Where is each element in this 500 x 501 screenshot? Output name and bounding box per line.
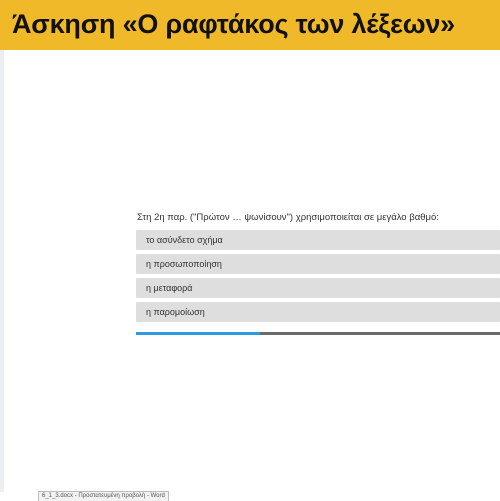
left-edge-strip: [0, 50, 4, 492]
answer-option-label: το ασύνδετο σχήμα: [146, 235, 223, 245]
page-title: Άσκηση «Ο ραφτάκος των λέξεων»: [12, 9, 455, 39]
answer-option-label: η παρομοίωση: [146, 307, 205, 317]
quiz-progress-fill: [136, 332, 260, 335]
answer-option-label: η προσωποποίηση: [146, 259, 222, 269]
answer-option-personification[interactable]: η προσωποποίηση: [136, 254, 500, 274]
quiz-panel: Στη 2η παρ. ("Πρώτον … ψωνίσουν") χρησιμ…: [136, 212, 500, 335]
header-banner: Άσκηση «Ο ραφτάκος των λέξεων»: [0, 0, 500, 50]
question-text: Στη 2η παρ. ("Πρώτον … ψωνίσουν") χρησιμ…: [137, 212, 439, 223]
answer-option-asyndeton[interactable]: το ασύνδετο σχήμα: [136, 230, 500, 250]
answer-option-simile[interactable]: η παρομοίωση: [136, 302, 500, 322]
quiz-progress-bar: [136, 332, 500, 335]
answer-option-label: η μεταφορά: [146, 283, 193, 293]
answer-option-metaphor[interactable]: η μεταφορά: [136, 278, 500, 298]
